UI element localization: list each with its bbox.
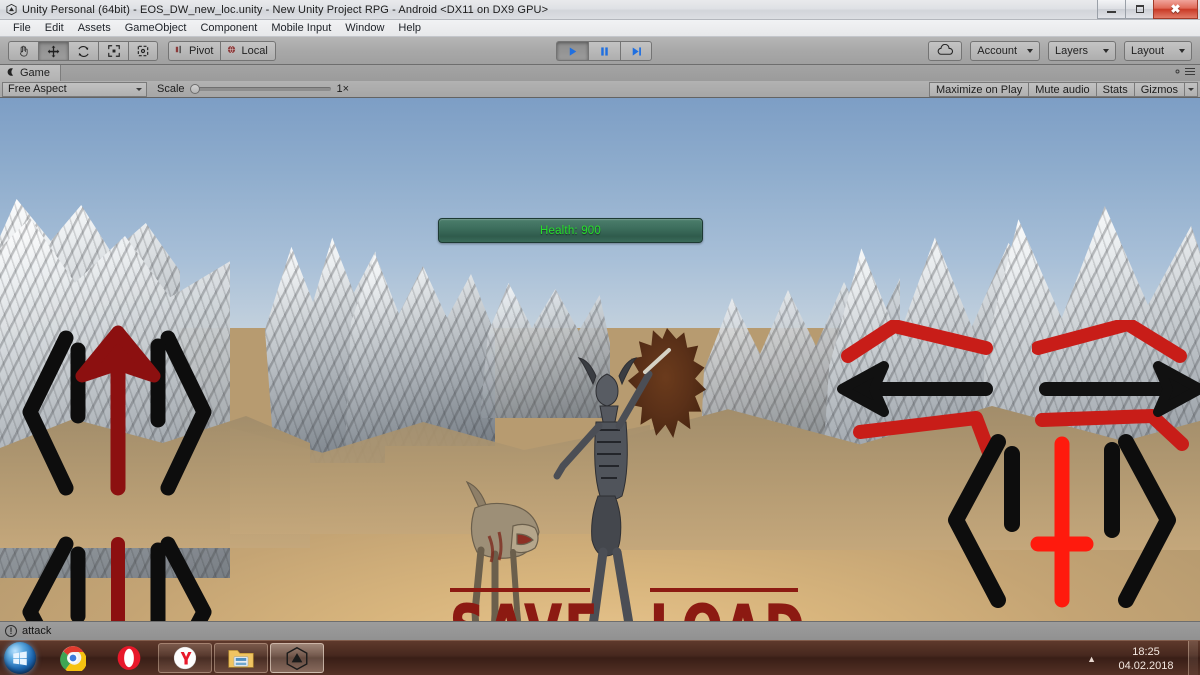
stats-toggle[interactable]: Stats [1095, 82, 1134, 97]
move-backward-button[interactable] [18, 530, 228, 621]
main-toolbar: Pivot Local Account Layers Layout [0, 37, 1200, 65]
menu-item-file[interactable]: File [6, 21, 38, 35]
move-forward-button[interactable] [18, 320, 228, 505]
menu-item-edit[interactable]: Edit [38, 21, 71, 35]
maximize-on-play-toggle[interactable]: Maximize on Play [929, 82, 1029, 97]
health-bar-label: Health: 900 [539, 224, 602, 237]
game-tab-label: Game [20, 67, 50, 79]
health-bar: Health: 900 [438, 218, 703, 243]
menu-item-window[interactable]: Window [338, 21, 391, 35]
taskbar-explorer[interactable] [214, 643, 268, 673]
window-title-bar: Unity Personal (64bit) - EOS_DW_new_loc.… [0, 0, 1200, 20]
tab-menu-icon[interactable] [1184, 67, 1196, 79]
cloud-services-button[interactable] [928, 41, 963, 61]
chevron-down-icon [1179, 49, 1185, 53]
unity-editor-window: Unity Personal (64bit) - EOS_DW_new_loc.… [0, 0, 1200, 675]
clock-time: 18:25 [1132, 645, 1160, 658]
pivot-toggle-button[interactable]: Pivot [168, 41, 221, 61]
close-icon: ✖ [1170, 2, 1181, 16]
menu-item-assets[interactable]: Assets [71, 21, 118, 35]
taskbar-chrome[interactable] [46, 643, 100, 673]
chevron-down-icon [136, 87, 142, 91]
gizmos-dropdown[interactable]: Gizmos [1133, 82, 1184, 97]
pivot-icon [174, 44, 185, 58]
pause-button[interactable] [588, 41, 620, 61]
attack-button[interactable] [940, 428, 1190, 608]
menu-item-gameobject[interactable]: GameObject [118, 21, 194, 35]
aspect-ratio-dropdown[interactable]: Free Aspect [2, 81, 147, 97]
maximize-icon [1135, 5, 1144, 13]
unity-icon [4, 3, 18, 17]
window-controls: ✖ [1097, 0, 1200, 20]
game-view-toggles: Maximize on Play Mute audio Stats Gizmos [929, 82, 1198, 97]
minimize-icon [1107, 10, 1116, 13]
taskbar-opera[interactable] [102, 643, 156, 673]
start-button[interactable] [4, 642, 36, 674]
play-button[interactable] [556, 41, 588, 61]
view-tab-strip: Game [0, 65, 1200, 81]
layout-label: Layout [1131, 45, 1165, 57]
scale-tool-button[interactable] [98, 41, 128, 61]
pivot-label: Pivot [189, 45, 214, 57]
info-icon: ! [5, 625, 17, 637]
local-label: Local [241, 45, 268, 57]
rotate-tool-button[interactable] [68, 41, 98, 61]
scale-slider[interactable] [189, 84, 331, 94]
load-label: LOAD [650, 597, 805, 621]
aspect-ratio-label: Free Aspect [8, 83, 67, 95]
rect-tool-button[interactable] [128, 41, 158, 61]
scale-value: 1× [336, 83, 350, 95]
scale-label: Scale [157, 83, 185, 95]
game-view-canvas[interactable]: Health: 900 [0, 98, 1200, 621]
chevron-down-icon [1027, 49, 1033, 53]
status-bar[interactable]: ! attack [0, 621, 1200, 640]
close-button[interactable]: ✖ [1153, 0, 1198, 19]
chevron-down-icon [1103, 49, 1109, 53]
cloud-icon [937, 43, 954, 59]
menu-item-mobile-input[interactable]: Mobile Input [264, 21, 338, 35]
local-toggle-button[interactable]: Local [220, 41, 276, 61]
status-message: attack [22, 625, 52, 637]
layers-dropdown[interactable]: Layers [1048, 41, 1116, 61]
minimize-button[interactable] [1097, 0, 1126, 19]
save-button[interactable]: SAVE [450, 588, 598, 621]
pivot-tool-group: Pivot Local [168, 41, 276, 61]
taskbar-unity[interactable] [270, 643, 324, 673]
layers-label: Layers [1055, 45, 1089, 57]
chevron-down-icon [1188, 88, 1194, 91]
gizmos-chevron-button[interactable] [1184, 82, 1198, 97]
menu-bar: File Edit Assets GameObject Component Mo… [0, 20, 1200, 37]
tab-lock-icon[interactable] [1173, 67, 1182, 79]
hand-tool-button[interactable] [8, 41, 38, 61]
taskbar-clock[interactable]: 18:25 04.02.2018 [1108, 645, 1184, 673]
window-title-text: Unity Personal (64bit) - EOS_DW_new_loc.… [22, 3, 549, 16]
menu-item-help[interactable]: Help [391, 21, 428, 35]
windows-taskbar: ▲ 18:25 04.02.2018 [0, 640, 1200, 675]
mute-audio-toggle[interactable]: Mute audio [1028, 82, 1096, 97]
tab-game[interactable]: Game [0, 65, 61, 81]
account-label: Account [977, 45, 1017, 57]
scale-slider-handle[interactable] [189, 84, 200, 94]
game-view-toolbar: Free Aspect Scale 1× Maximize on Play Mu… [0, 81, 1200, 98]
globe-icon [226, 44, 237, 58]
show-desktop-button[interactable] [1188, 641, 1198, 675]
toolbar-right-group: Account Layers Layout [928, 41, 1192, 61]
tab-options-group [1173, 67, 1196, 79]
clock-date: 04.02.2018 [1118, 659, 1174, 672]
system-tray: ▲ 18:25 04.02.2018 [1087, 641, 1200, 675]
play-controls-group [556, 41, 652, 61]
menu-item-component[interactable]: Component [193, 21, 264, 35]
game-tab-icon [6, 67, 16, 80]
tray-expand-icon[interactable]: ▲ [1087, 654, 1096, 664]
maximize-button[interactable] [1125, 0, 1154, 19]
move-tool-button[interactable] [38, 41, 68, 61]
account-dropdown[interactable]: Account [970, 41, 1040, 61]
save-label: SAVE [450, 597, 598, 621]
step-button[interactable] [620, 41, 652, 61]
load-button[interactable]: LOAD [650, 588, 805, 621]
layout-dropdown[interactable]: Layout [1124, 41, 1192, 61]
transform-tool-group [8, 41, 158, 61]
taskbar-yandex[interactable] [158, 643, 212, 673]
